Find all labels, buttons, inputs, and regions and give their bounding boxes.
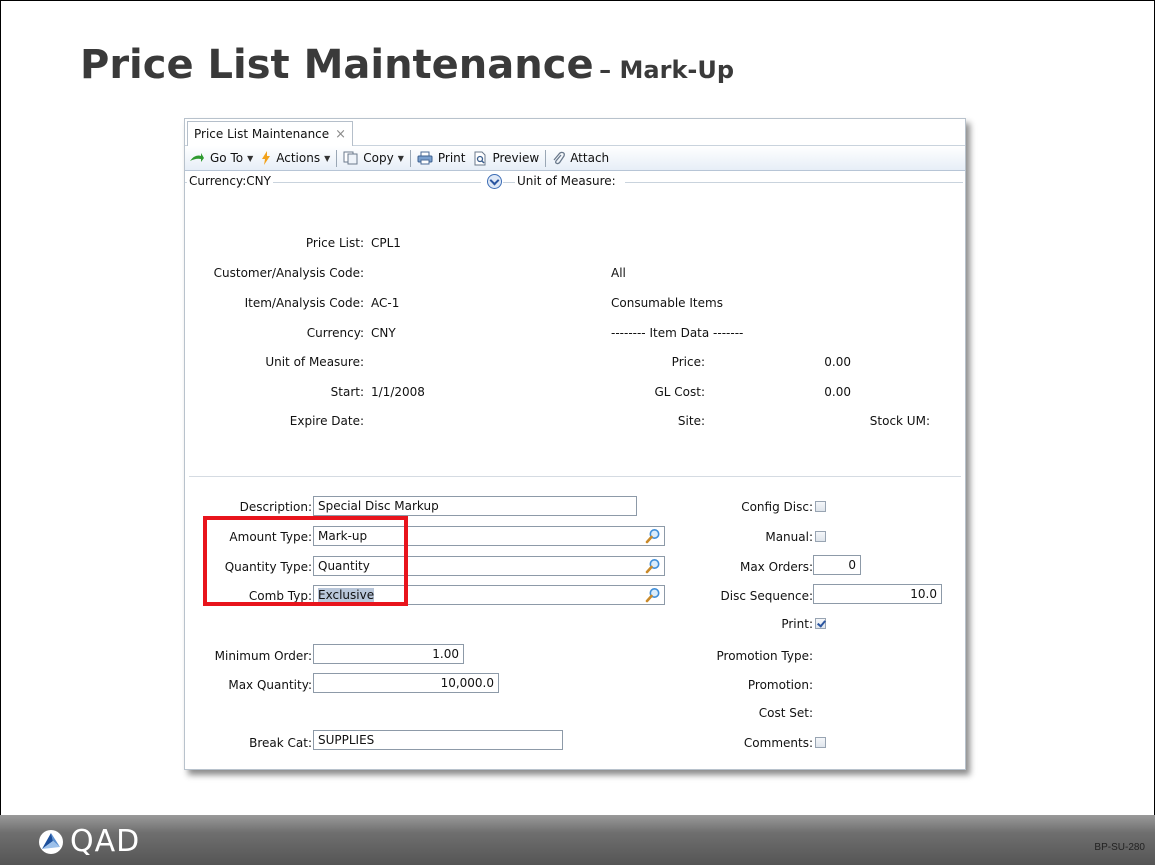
lookup-search-icon[interactable] <box>645 587 661 603</box>
uom-label: Unit of Measure: <box>265 355 364 369</box>
preview-label: Preview <box>492 151 540 165</box>
toolbar-separator <box>545 149 547 167</box>
slide-title-main: Price List Maintenance <box>80 42 594 88</box>
copy-label: Copy <box>363 151 394 165</box>
expire-date-label: Expire Date: <box>289 414 364 428</box>
max-quantity-field[interactable]: 10,000.0 <box>313 673 499 693</box>
printer-icon <box>417 151 433 165</box>
max-orders-value: 0 <box>848 558 856 572</box>
print-label: Print <box>437 151 466 165</box>
item-description: Consumable Items <box>611 296 723 310</box>
minimum-order-label: Minimum Order: <box>214 649 312 663</box>
filter-line <box>503 182 515 183</box>
price-list-window: Price List Maintenance × Go To ▼ Actions… <box>184 118 966 770</box>
description-field[interactable]: Special Disc Markup <box>313 496 637 516</box>
copy-button[interactable]: Copy ▼ <box>339 147 408 169</box>
logo-text: QAD <box>70 824 141 859</box>
gl-cost-value: 0.00 <box>824 385 851 399</box>
config-disc-checkbox[interactable] <box>815 501 826 512</box>
slide-code: BP-SU-280 <box>1094 842 1145 853</box>
section-divider <box>189 476 961 477</box>
comments-checkbox[interactable] <box>815 737 826 748</box>
preview-button[interactable]: Preview <box>469 147 543 169</box>
qad-logo-icon <box>39 830 63 854</box>
disc-sequence-field[interactable]: 10.0 <box>813 584 942 604</box>
disc-sequence-label: Disc Sequence: <box>720 589 813 603</box>
attach-label: Attach <box>570 151 610 165</box>
max-quantity-value: 10,000.0 <box>440 676 494 690</box>
config-disc-label: Config Disc: <box>741 500 813 514</box>
uom-filter[interactable]: Unit of Measure: <box>515 174 618 188</box>
customer-label: Customer/Analysis Code: <box>213 266 364 280</box>
gl-cost-label: GL Cost: <box>654 385 705 399</box>
minimum-order-value: 1.00 <box>432 647 459 661</box>
promotion-label: Promotion: <box>747 678 813 692</box>
toolbar-separator <box>409 149 411 167</box>
actions-button[interactable]: Actions ▼ <box>257 147 334 169</box>
cost-set-label: Cost Set: <box>758 706 813 720</box>
goto-label: Go To <box>210 151 244 165</box>
goto-button[interactable]: Go To ▼ <box>185 147 257 169</box>
slide-footer <box>0 815 1155 865</box>
close-icon[interactable]: × <box>335 127 346 142</box>
break-cat-value: SUPPLIES <box>318 733 375 747</box>
max-quantity-label: Max Quantity: <box>228 678 312 692</box>
expand-icon[interactable] <box>487 174 502 189</box>
promotion-type-label: Promotion Type: <box>716 649 813 663</box>
currency-label: Currency: <box>306 326 364 340</box>
item-value: AC-1 <box>371 296 400 310</box>
item-data-heading: -------- Item Data ------- <box>611 326 744 340</box>
currency-value: CNY <box>371 326 396 340</box>
attach-button[interactable]: Attach <box>548 147 613 169</box>
qad-logo: QAD <box>38 824 141 859</box>
currency-filter[interactable]: Currency:CNY <box>187 174 273 188</box>
description-label: Description: <box>239 500 312 514</box>
preview-icon <box>474 151 486 165</box>
highlight-callout-box <box>203 516 408 606</box>
lookup-search-icon[interactable] <box>645 528 661 544</box>
item-label: Item/Analysis Code: <box>244 296 364 310</box>
print-label: Print: <box>781 617 813 631</box>
manual-label: Manual: <box>765 530 813 544</box>
tab-bar: Price List Maintenance × <box>185 119 965 146</box>
print-checkbox[interactable] <box>815 618 826 629</box>
slide-title-suffix: – Mark-Up <box>599 56 735 84</box>
description-value: Special Disc Markup <box>318 499 439 513</box>
tab-label: Price List Maintenance <box>194 127 330 141</box>
break-cat-field[interactable]: SUPPLIES <box>313 730 563 750</box>
stock-um-label: Stock UM: <box>869 414 930 428</box>
chevron-down-icon: ▼ <box>397 153 404 163</box>
chevron-down-icon: ▼ <box>324 153 331 163</box>
price-value: 0.00 <box>824 355 851 369</box>
slide-title: Price List Maintenance – Mark-Up <box>80 42 734 88</box>
tab-price-list-maintenance[interactable]: Price List Maintenance × <box>187 121 354 146</box>
lookup-search-icon[interactable] <box>645 558 661 574</box>
lightning-icon <box>262 151 271 165</box>
filter-bar: Currency:CNY Unit of Measure: <box>185 171 965 193</box>
comments-label: Comments: <box>743 736 813 750</box>
print-button[interactable]: Print <box>413 147 470 169</box>
disc-sequence-value: 10.0 <box>910 587 937 601</box>
goto-arrow-icon <box>190 153 204 162</box>
chevron-down-icon: ▼ <box>247 153 254 163</box>
start-value: 1/1/2008 <box>371 385 425 399</box>
max-orders-field[interactable]: 0 <box>813 555 861 575</box>
minimum-order-field[interactable]: 1.00 <box>313 644 464 664</box>
copy-icon <box>343 151 358 165</box>
price-list-label: Price List: <box>305 236 364 250</box>
max-orders-label: Max Orders: <box>739 560 813 574</box>
price-list-value: CPL1 <box>371 236 401 250</box>
site-label: Site: <box>677 414 705 428</box>
start-label: Start: <box>330 385 364 399</box>
manual-checkbox[interactable] <box>815 531 826 542</box>
toolbar: Go To ▼ Actions ▼ Copy ▼ Print Preview A… <box>185 146 965 171</box>
break-cat-label: Break Cat: <box>249 736 312 750</box>
customer-value: All <box>611 266 626 280</box>
paperclip-icon <box>553 151 566 164</box>
filter-line <box>625 182 963 183</box>
toolbar-separator <box>336 149 338 167</box>
actions-label: Actions <box>276 151 321 165</box>
price-label: Price: <box>671 355 705 369</box>
